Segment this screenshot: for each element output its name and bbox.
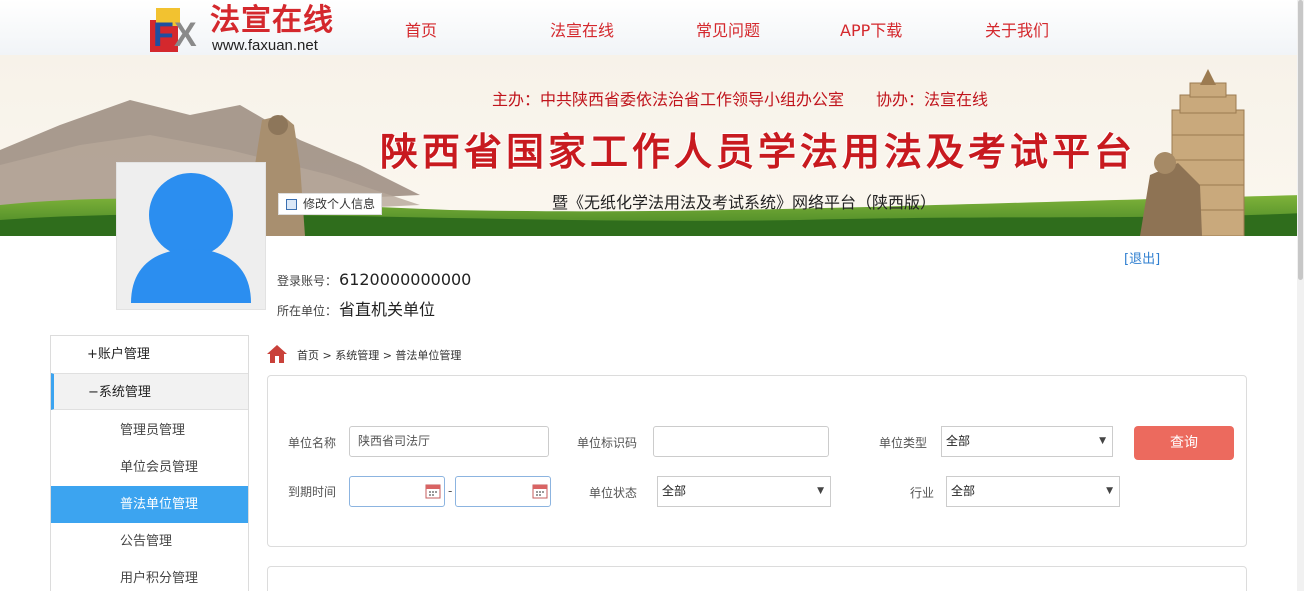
logout-link[interactable]: [退出] — [1124, 248, 1160, 267]
industry-select[interactable]: 全部 ▼ — [946, 476, 1120, 507]
nav-about-us[interactable]: 关于我们 — [985, 17, 1049, 41]
site-logo[interactable]: F X 法宣在线 www.faxuan.net — [150, 2, 340, 54]
search-panel: 单位名称 陕西省司法厅 单位标识码 单位类型 全部 ▼ 查询 到期时间 - 单位… — [267, 375, 1247, 547]
unit-type-label: 单位类型 — [879, 436, 928, 450]
page: F X 法宣在线 www.faxuan.net 首页 法宣在线 常见问题 APP… — [0, 0, 1304, 591]
edit-profile-label: 修改个人信息 — [303, 197, 376, 211]
edit-profile-button[interactable]: 修改个人信息 — [278, 193, 383, 215]
sidebar-item-system-management[interactable]: −系统管理 — [51, 373, 248, 410]
nav-app-download[interactable]: APP下载 — [840, 17, 902, 41]
industry-label: 行业 — [910, 486, 935, 500]
unit-code-label: 单位标识码 — [577, 436, 638, 450]
sidebar-item-user-points-management[interactable]: 用户积分管理 — [51, 560, 248, 591]
banner-subtitle: 暨《无纸化学法用法及考试系统》网络平台（陕西版） — [552, 193, 937, 212]
top-nav-bar: F X 法宣在线 www.faxuan.net 首页 法宣在线 常见问题 APP… — [0, 0, 1304, 55]
banner-host: 主办：中共陕西省委依法治省工作领导小组办公室 — [492, 90, 845, 109]
sidebar-item-admin-management[interactable]: 管理员管理 — [51, 412, 248, 449]
sidebar-item-account-management[interactable]: +账户管理 — [51, 336, 248, 373]
home-icon[interactable] — [266, 344, 288, 364]
sidebar-item-legal-unit-management[interactable]: 普法单位管理 — [51, 486, 248, 523]
expire-date-label: 到期时间 — [288, 485, 337, 499]
account-row: 登录账号： 6120000000000 — [277, 270, 471, 289]
sidebar: +账户管理 −系统管理 管理员管理 单位会员管理 普法单位管理 公告管理 用户积… — [50, 335, 249, 591]
fx-logo-icon: F X — [150, 8, 197, 52]
chevron-down-icon: ▼ — [1106, 486, 1113, 496]
unit-label: 所在单位： — [277, 304, 338, 318]
nav-faq[interactable]: 常见问题 — [696, 17, 760, 41]
nav-faxuan-online[interactable]: 法宣在线 — [550, 17, 614, 41]
calendar-icon[interactable] — [532, 482, 548, 499]
industry-value: 全部 — [951, 484, 976, 498]
results-panel — [267, 566, 1247, 591]
banner-co-host: 协办：法宣在线 — [876, 90, 989, 109]
unit-code-input[interactable] — [653, 426, 829, 457]
unit-name-label: 单位名称 — [288, 436, 337, 450]
unit-name-input[interactable]: 陕西省司法厅 — [349, 426, 549, 457]
unit-type-value: 全部 — [946, 434, 971, 448]
unit-value: 省直机关单位 — [339, 300, 436, 319]
nav-home[interactable]: 首页 — [405, 17, 437, 41]
unit-status-value: 全部 — [662, 484, 687, 498]
breadcrumb-text: 首页 > 系统管理 > 普法单位管理 — [297, 349, 462, 362]
avatar[interactable] — [116, 162, 266, 310]
unit-status-label: 单位状态 — [589, 486, 638, 500]
account-value: 6120000000000 — [339, 270, 472, 289]
chevron-down-icon: ▼ — [817, 486, 824, 496]
sidebar-item-notice-management[interactable]: 公告管理 — [51, 523, 248, 560]
banner-title: 陕西省国家工作人员学法用法及考试平台 — [380, 129, 1137, 174]
date-range-dash: - — [448, 484, 453, 498]
svg-text:X: X — [174, 16, 197, 52]
page-scrollbar[interactable] — [1297, 0, 1304, 591]
user-avatar-icon — [131, 173, 251, 303]
calendar-icon[interactable] — [425, 482, 441, 499]
chevron-down-icon: ▼ — [1099, 436, 1106, 446]
account-label: 登录账号： — [277, 274, 338, 288]
logo-url: www.faxuan.net — [212, 37, 318, 54]
svg-text:F: F — [153, 16, 174, 52]
sidebar-item-unit-member-management[interactable]: 单位会员管理 — [51, 449, 248, 486]
unit-row: 所在单位： 省直机关单位 — [277, 296, 435, 320]
logo-title: 法宣在线 — [210, 3, 334, 38]
query-button[interactable]: 查询 — [1134, 426, 1234, 460]
unit-status-select[interactable]: 全部 ▼ — [657, 476, 831, 507]
unit-type-select[interactable]: 全部 ▼ — [941, 426, 1113, 457]
scrollbar-thumb[interactable] — [1298, 0, 1303, 280]
edit-icon — [286, 199, 297, 210]
